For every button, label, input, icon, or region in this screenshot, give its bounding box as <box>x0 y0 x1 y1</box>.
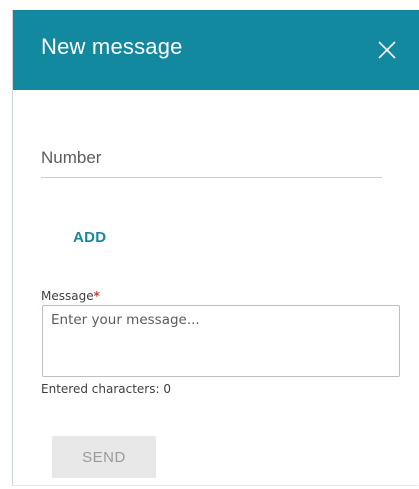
page: New message ADD Message* Entered charact… <box>0 0 419 489</box>
close-icon <box>378 41 396 59</box>
entered-characters-counter: Entered characters: 0 <box>41 382 171 396</box>
add-button[interactable]: ADD <box>73 229 106 246</box>
number-input[interactable] <box>41 143 382 173</box>
message-label: Message* <box>41 289 100 303</box>
new-message-dialog: New message ADD Message* Entered charact… <box>12 10 419 486</box>
close-button[interactable] <box>375 38 399 62</box>
send-button[interactable]: SEND <box>52 436 156 478</box>
dialog-title: New message <box>41 34 183 59</box>
message-label-text: Message <box>41 289 94 303</box>
message-textarea[interactable] <box>42 305 400 377</box>
required-marker: * <box>93 289 100 303</box>
dialog-header: New message <box>13 10 419 90</box>
number-field <box>41 143 382 178</box>
